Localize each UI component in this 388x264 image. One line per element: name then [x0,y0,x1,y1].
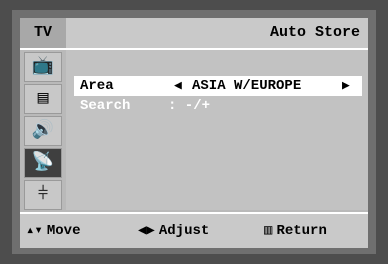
footer-return: ▥ Return [264,214,327,248]
tv-screen-frame: TV Auto Store 📺 ▤ 🔊 📡 ⫩ Area ◀ ASIA W/EU… [12,10,376,254]
menu-return-icon: ▥ [264,223,273,239]
footer-move: ▴▾ Move [26,214,80,248]
menu-sidebar: 📺 ▤ 🔊 📡 ⫩ [20,50,66,210]
search-row[interactable]: Search : -/+ [74,96,362,116]
picture-icon: 📺 [31,57,55,77]
left-arrow-icon[interactable]: ◀ [174,76,182,96]
sidebar-item-channel[interactable]: ▤ [24,84,62,114]
sidebar-item-picture[interactable]: 📺 [24,52,62,82]
channel-list-icon: ▤ [37,89,49,109]
tv-tag: TV [20,18,66,48]
speaker-icon: 🔊 [31,121,55,141]
area-label: Area [80,78,114,94]
osd-header: TV Auto Store [20,18,368,50]
adjust-label: Adjust [158,223,210,239]
osd-footer: ▴▾ Move ◀▶ Adjust ▥ Return [20,212,368,248]
page-title: Auto Store [269,24,360,41]
footer-adjust: ◀▶ Adjust [138,214,209,248]
area-value: ASIA W/EUROPE [192,78,302,94]
left-right-arrows-icon: ◀▶ [138,223,155,239]
up-down-arrows-icon: ▴▾ [26,223,43,239]
area-row[interactable]: Area ◀ ASIA W/EUROPE ▶ [74,76,362,96]
satellite-dish-icon: 📡 [31,153,55,173]
sidebar-item-function[interactable]: ⫩ [24,180,62,210]
osd-panel: TV Auto Store 📺 ▤ 🔊 📡 ⫩ Area ◀ ASIA W/EU… [20,18,368,248]
settings-sliders-icon: ⫩ [37,185,49,205]
search-value: : -/+ [168,98,211,114]
right-arrow-icon[interactable]: ▶ [342,76,350,96]
menu-content: Area ◀ ASIA W/EUROPE ▶ Search : -/+ [66,50,368,210]
move-label: Move [46,223,81,239]
search-label: Search [80,98,131,114]
return-label: Return [276,223,327,239]
sidebar-item-setup[interactable]: 📡 [24,148,62,178]
sidebar-item-sound[interactable]: 🔊 [24,116,62,146]
